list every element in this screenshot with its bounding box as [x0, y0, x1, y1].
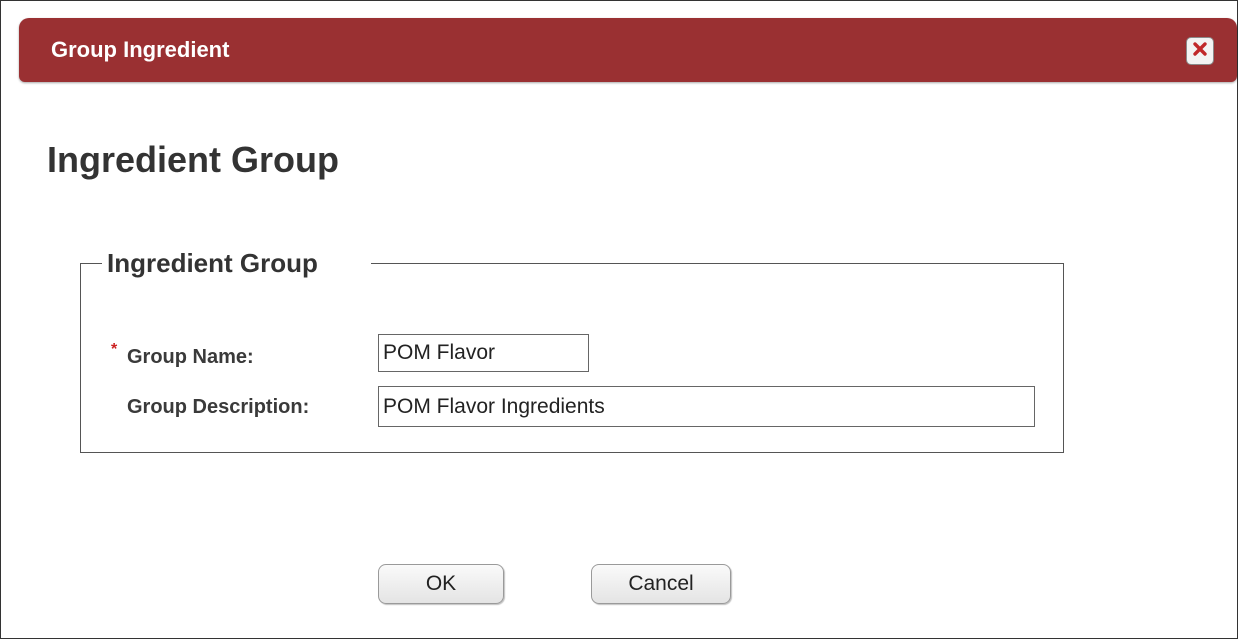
- dialog-title: Group Ingredient: [51, 37, 230, 62]
- group-ingredient-dialog: Group Ingredient Ingredient Group Ingred…: [0, 0, 1238, 639]
- cancel-button[interactable]: Cancel: [591, 564, 731, 604]
- group-name-label: Group Name:: [127, 346, 254, 368]
- required-marker: *: [111, 341, 118, 358]
- close-button[interactable]: [1186, 37, 1214, 65]
- close-icon: [1192, 41, 1208, 62]
- fieldset-legend: Ingredient Group: [107, 248, 318, 278]
- ok-button[interactable]: OK: [378, 564, 504, 604]
- fieldset-border-top-left: [80, 263, 102, 264]
- group-description-label: Group Description:: [127, 396, 310, 418]
- group-name-input[interactable]: [378, 334, 589, 372]
- dialog-titlebar: Group Ingredient: [19, 18, 1237, 82]
- fieldset-border-top-right: [371, 263, 1064, 264]
- page-title: Ingredient Group: [47, 139, 339, 180]
- group-description-input[interactable]: [378, 386, 1035, 427]
